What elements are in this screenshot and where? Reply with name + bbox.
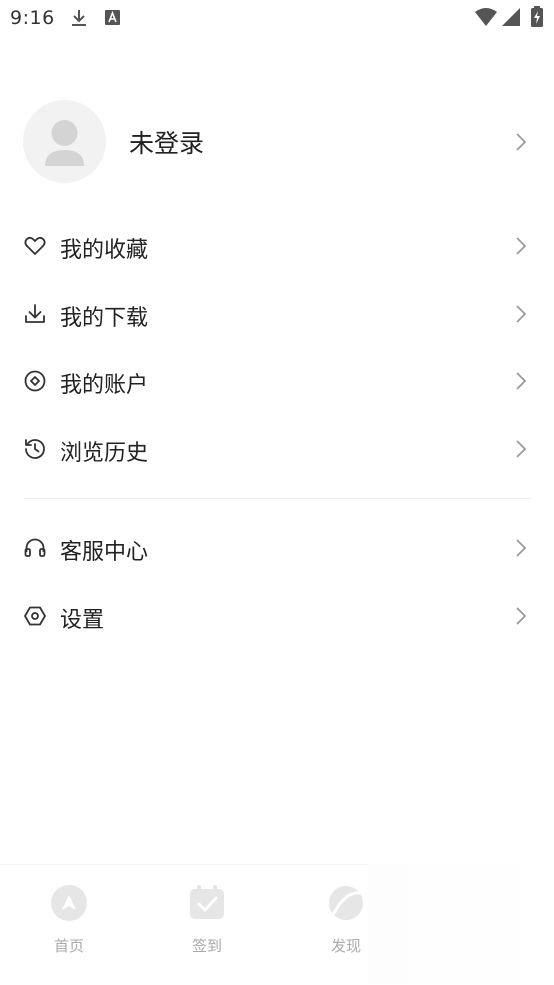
bottom-nav: 首页 签到 发现 [0,864,368,985]
chevron-right-icon [516,440,527,458]
chevron-right-icon [516,237,527,255]
menu-item-label: 我的收藏 [60,238,149,263]
nav-item-home[interactable]: 首页 [29,883,109,963]
download-icon [25,304,45,323]
menu-item-downloads[interactable]: 我的下载 [0,284,554,344]
menu-item-label: 我的下载 [60,306,149,331]
download-status-icon [70,8,88,32]
nav-label: 首页 [53,937,84,955]
menu-item-history[interactable]: 浏览历史 [0,419,554,479]
heart-icon [24,236,46,255]
menu-item-label: 设置 [60,608,105,633]
chevron-right-icon [516,372,527,390]
avatar[interactable] [23,100,106,183]
chevron-right-icon [516,607,527,625]
profile-header[interactable]: 未登录 [0,96,554,188]
battery-icon [530,6,544,32]
account-icon [24,370,46,392]
faded-overlay [368,864,554,984]
status-bar: 9:16 [0,0,554,36]
chevron-right-icon [516,539,527,557]
nav-label: 签到 [191,937,222,955]
menu-item-settings[interactable]: 设置 [0,586,554,646]
menu-item-label: 客服中心 [60,540,149,565]
headset-icon [24,538,46,557]
wifi-icon [474,7,498,31]
checkin-icon [190,885,224,919]
chevron-right-icon [516,133,527,151]
signal-icon [501,7,521,31]
menu-item-account[interactable]: 我的账户 [0,351,554,411]
app-notification-icon [104,8,122,32]
user-placeholder-icon [45,120,84,166]
history-icon [25,439,45,459]
login-status-label[interactable]: 未登录 [129,124,204,160]
settings-icon [24,606,46,626]
chevron-right-icon [516,305,527,323]
menu-item-label: 浏览历史 [60,441,149,466]
menu-item-favorites[interactable]: 我的收藏 [0,216,554,276]
discover-icon [329,886,363,920]
menu-item-label: 我的账户 [60,373,149,398]
section-divider [24,498,531,499]
status-time: 9:16 [10,7,55,29]
menu-item-customer-service[interactable]: 客服中心 [0,518,554,578]
home-icon [51,885,87,921]
nav-item-checkin[interactable]: 签到 [167,883,247,963]
